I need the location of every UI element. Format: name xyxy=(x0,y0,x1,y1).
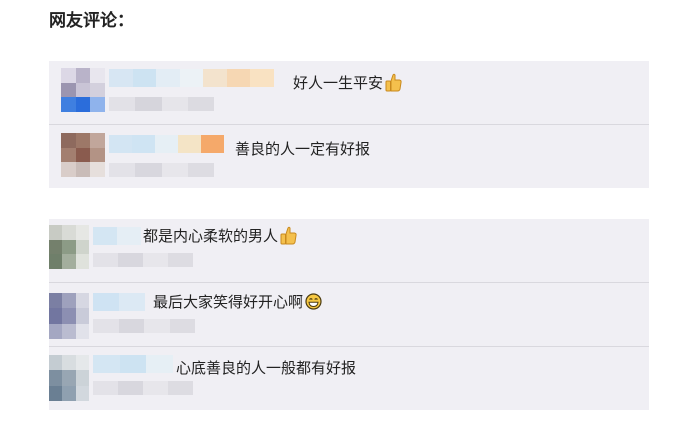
grin-emoji-icon xyxy=(305,293,322,310)
blurred-meta xyxy=(93,381,193,395)
blurred-username xyxy=(109,69,275,87)
comment-text-wrap: 都是内心柔软的男人 xyxy=(143,225,297,246)
blurred-meta xyxy=(109,163,214,177)
comment-row: 最后大家笑得好开心啊 xyxy=(49,283,649,347)
comment-text: 好人一生平安 xyxy=(293,74,384,92)
page-heading: 网友评论： xyxy=(49,11,134,31)
blurred-username xyxy=(93,293,145,311)
comment-text-wrap: 善良的人一定有好报 xyxy=(235,138,370,159)
comment-row: 都是内心柔软的男人 xyxy=(49,219,649,283)
comment-text-wrap: 心底善良的人一般都有好报 xyxy=(176,357,356,378)
avatar xyxy=(61,133,105,177)
comment-text: 心底善良的人一般都有好报 xyxy=(176,359,357,377)
comment-row: 心底善良的人一般都有好报 xyxy=(49,347,649,410)
comment-text: 善良的人一定有好报 xyxy=(235,140,371,158)
avatar xyxy=(49,225,89,269)
avatar xyxy=(49,355,89,401)
comment-panel-bottom: 都是内心柔软的男人 最后大家笑得好开心啊 心底善良的人一般都有好报 xyxy=(49,219,649,410)
blurred-meta xyxy=(109,97,214,111)
thumbs-up-icon xyxy=(280,226,297,245)
comment-row: 善良的人一定有好报 xyxy=(49,125,649,188)
comment-text: 最后大家笑得好开心啊 xyxy=(153,293,304,311)
thumbs-up-icon xyxy=(385,73,402,92)
avatar xyxy=(49,293,89,339)
comment-text-wrap: 好人一生平安 xyxy=(293,72,402,93)
comment-row: 好人一生平安 xyxy=(49,61,649,125)
blurred-username xyxy=(93,355,174,373)
blurred-meta xyxy=(93,253,193,267)
comment-text: 都是内心柔软的男人 xyxy=(143,227,279,245)
comment-text-wrap: 最后大家笑得好开心啊 xyxy=(153,291,322,312)
avatar xyxy=(61,68,105,112)
comment-panel-top: 好人一生平安 善良的人一定有好报 xyxy=(49,61,649,188)
blurred-meta xyxy=(93,319,195,333)
blurred-username xyxy=(109,135,224,153)
blurred-username xyxy=(93,227,141,245)
